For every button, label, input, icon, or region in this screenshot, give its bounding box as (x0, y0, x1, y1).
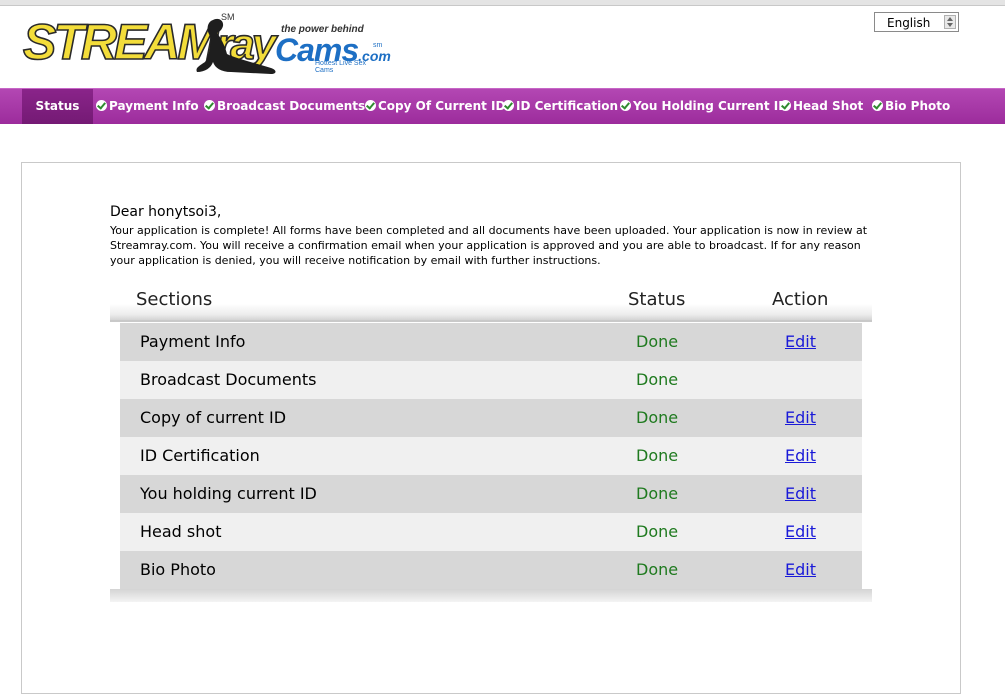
check-circle-icon (872, 100, 883, 111)
greeting-text: Dear honytsoi3, (110, 204, 222, 220)
tab-payment-info[interactable]: Payment Info (96, 89, 199, 124)
tab-status[interactable]: Status (22, 89, 93, 124)
status-text: Done (636, 560, 679, 579)
table-row: ID Certification Done Edit (120, 437, 862, 475)
header-action: Action (772, 289, 829, 310)
site-logo[interactable]: STREAMray SM the power behind Cams.com s… (22, 10, 391, 76)
table-row: Bio Photo Done Edit (120, 551, 862, 589)
table-row: Payment Info Done Edit (120, 323, 862, 361)
logo-silhouette-icon (196, 18, 276, 74)
section-name: Copy of current ID (140, 408, 287, 427)
browser-top-edge (0, 0, 1005, 6)
tab-label: You Holding Current ID (633, 99, 789, 113)
table-row: You holding current ID Done Edit (120, 475, 862, 513)
tab-broadcast-documents[interactable]: Broadcast Documents (204, 89, 365, 124)
section-name: ID Certification (140, 446, 260, 465)
tab-label: Bio Photo (885, 99, 951, 113)
tab-bio-photo[interactable]: Bio Photo (872, 89, 950, 124)
check-circle-icon (620, 100, 631, 111)
check-circle-icon (96, 100, 107, 111)
header-status: Status (628, 289, 686, 310)
table-row: Broadcast Documents Done (120, 361, 862, 399)
section-name: Payment Info (140, 332, 246, 351)
tab-you-holding-current-id[interactable]: You Holding Current ID (620, 89, 788, 124)
check-circle-icon (365, 100, 376, 111)
application-status-message: Your application is complete! All forms … (110, 224, 868, 267)
check-circle-icon (780, 100, 791, 111)
sections-table-footer (110, 589, 872, 602)
spinner-arrows-icon[interactable] (944, 15, 956, 29)
edit-link[interactable]: Edit (785, 560, 816, 579)
table-row: Copy of current ID Done Edit (120, 399, 862, 437)
header-sections: Sections (136, 289, 213, 310)
tab-label: Status (35, 99, 80, 113)
language-select-value: English (887, 16, 931, 30)
edit-link[interactable]: Edit (785, 484, 816, 503)
edit-link[interactable]: Edit (785, 522, 816, 541)
status-text: Done (636, 332, 679, 351)
logo-cams-subtitle: Hottest Live Sex Cams (315, 60, 366, 74)
check-circle-icon (204, 100, 215, 111)
logo-cams-service-mark: sm (373, 42, 383, 49)
tab-label: Copy Of Current ID (378, 99, 506, 113)
check-circle-icon (503, 100, 514, 111)
status-text: Done (636, 446, 679, 465)
tab-label: Head Shot (793, 99, 864, 113)
tab-head-shot[interactable]: Head Shot (780, 89, 863, 124)
tab-id-certification[interactable]: ID Certification (503, 89, 618, 124)
progress-nav: Status Payment Info Broadcast Documents … (0, 88, 1005, 124)
tab-copy-of-current-id[interactable]: Copy Of Current ID (365, 89, 505, 124)
section-name: Bio Photo (140, 560, 216, 579)
tab-label: ID Certification (516, 99, 619, 113)
sections-table-header: Sections Status Action (110, 284, 872, 322)
section-name: You holding current ID (140, 484, 317, 503)
status-text: Done (636, 370, 679, 389)
section-name: Head shot (140, 522, 222, 541)
language-select[interactable]: English (874, 12, 959, 32)
edit-link[interactable]: Edit (785, 446, 816, 465)
edit-link[interactable]: Edit (785, 408, 816, 427)
status-text: Done (636, 484, 679, 503)
status-text: Done (636, 408, 679, 427)
tab-label: Payment Info (109, 99, 199, 113)
section-name: Broadcast Documents (140, 370, 317, 389)
table-row: Head shot Done Edit (120, 513, 862, 551)
edit-link[interactable]: Edit (785, 332, 816, 351)
tab-label: Broadcast Documents (217, 99, 366, 113)
status-text: Done (636, 522, 679, 541)
